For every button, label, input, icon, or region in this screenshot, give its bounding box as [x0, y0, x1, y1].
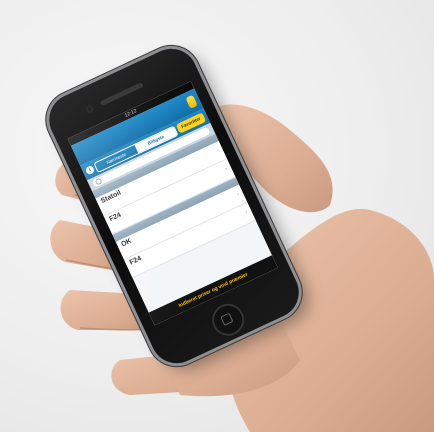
search-icon [94, 177, 103, 186]
photo-scene: 12:12 i Nærmeste Billigste Favoritter St… [0, 0, 434, 432]
info-icon[interactable]: i [84, 164, 96, 176]
earpiece-speaker [99, 82, 144, 107]
nav-right-button[interactable] [185, 94, 198, 109]
front-camera-icon [84, 104, 95, 114]
home-button[interactable] [206, 298, 250, 342]
